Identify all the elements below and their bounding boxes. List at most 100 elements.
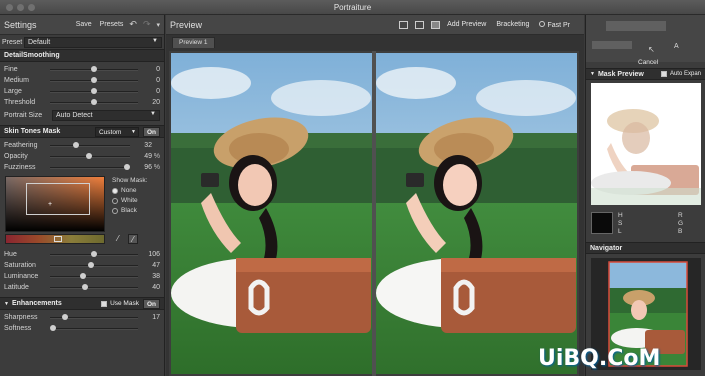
title-bar: Portraiture — [0, 0, 705, 15]
slider-knob[interactable] — [49, 324, 56, 331]
show-mask-none[interactable]: None — [112, 187, 147, 194]
save-button[interactable]: Save — [76, 21, 92, 28]
slider-row: Threshold 20 — [0, 97, 164, 108]
cancel-button[interactable]: Cancel — [638, 59, 658, 66]
detail-smoothing-header[interactable]: DetailSmoothing — [0, 49, 164, 62]
luminance-slider[interactable] — [50, 272, 138, 279]
sharpness-slider[interactable] — [50, 313, 138, 320]
hue-range-bar[interactable] — [5, 234, 105, 244]
hue-slider[interactable] — [50, 250, 138, 257]
large-slider[interactable] — [50, 87, 138, 94]
mask-preview-header[interactable]: ▼ Mask Preview Auto Expan — [586, 68, 705, 80]
radio-label: Black — [121, 207, 137, 214]
enhancements-toggle[interactable]: On — [142, 298, 160, 309]
mask-thumbnail — [591, 83, 701, 205]
slider-row: Softness — [0, 323, 164, 334]
right-panel: A ↖ Cancel ▼ Mask Preview Auto Expan H S — [585, 15, 705, 376]
hue-range-handle[interactable] — [54, 236, 62, 242]
slider-value: 49 — [144, 153, 152, 160]
skin-mask-toggle[interactable]: On — [142, 126, 160, 137]
redo-icon[interactable]: ↷ — [143, 19, 151, 30]
slider-knob[interactable] — [91, 76, 97, 83]
mask-preview-image — [591, 83, 701, 205]
show-mask-group: Show Mask: None White Black — [112, 177, 147, 214]
radio-icon[interactable] — [112, 187, 118, 194]
slider-knob[interactable] — [91, 65, 97, 72]
mask-mode-select[interactable]: Custom ▼ — [94, 126, 139, 137]
portrait-size-select[interactable]: Auto Detect ▼ — [52, 109, 160, 121]
show-mask-black[interactable]: Black — [112, 207, 147, 214]
side-by-side-view-icon[interactable] — [431, 20, 441, 29]
slider-knob[interactable] — [91, 87, 97, 94]
original-image[interactable] — [171, 53, 372, 374]
retouched-image[interactable] — [376, 53, 577, 374]
detail-smoothing-title: DetailSmoothing — [4, 52, 60, 59]
medium-slider[interactable] — [50, 76, 138, 83]
bracketing-button[interactable]: Bracketing — [496, 21, 529, 28]
fuzziness-slider[interactable] — [50, 163, 130, 170]
slider-row: Luminance 38 — [0, 271, 164, 282]
eyedropper-plus-icon[interactable]: ⁄ — [128, 234, 138, 244]
use-mask-checkbox[interactable]: Use Mask — [101, 300, 139, 307]
color-selection-box[interactable] — [26, 183, 90, 215]
softness-slider[interactable] — [49, 324, 138, 331]
add-preview-button[interactable]: Add Preview — [447, 21, 486, 28]
preset-label: Preset — [2, 38, 23, 46]
right-top-area: A ↖ Cancel — [586, 15, 705, 66]
slider-value: 96 — [144, 164, 152, 171]
saturation-slider[interactable] — [50, 261, 138, 268]
radio-icon[interactable] — [112, 207, 118, 214]
enhancements-header[interactable]: ▼ Enhancements Use Mask On — [0, 297, 164, 310]
navigator-title: Navigator — [590, 244, 623, 252]
show-mask-label: Show Mask: — [112, 177, 148, 184]
single-view-icon[interactable] — [399, 20, 409, 29]
fast-preview-label: Fast Pr — [547, 21, 570, 29]
slider-knob[interactable] — [91, 250, 97, 257]
slider-value: 0 — [156, 66, 160, 73]
fine-slider[interactable] — [50, 65, 138, 72]
preset-select[interactable]: Default ▼ — [24, 36, 162, 48]
slider-knob[interactable] — [86, 152, 93, 159]
rgb-label-r: R — [678, 212, 683, 219]
portrait-size-label: Portrait Size — [4, 111, 43, 119]
slider-knob[interactable] — [88, 261, 95, 268]
slider-label: Latitude — [4, 284, 29, 291]
checkbox-icon[interactable] — [101, 300, 108, 307]
chevron-down-icon: ▼ — [150, 110, 156, 117]
fast-preview-toggle[interactable]: Fast Pr — [539, 20, 570, 29]
feathering-slider[interactable] — [50, 141, 130, 148]
opacity-slider[interactable] — [50, 152, 130, 159]
latitude-slider[interactable] — [50, 283, 138, 290]
slider-knob[interactable] — [123, 163, 130, 170]
threshold-slider[interactable] — [50, 98, 138, 105]
slider-knob[interactable] — [91, 98, 97, 105]
enhancements-title: Enhancements — [11, 300, 62, 307]
auto-expand-checkbox[interactable]: Auto Expan — [660, 71, 701, 77]
slider-label: Feathering — [4, 142, 38, 149]
slider-label: Threshold — [4, 99, 36, 106]
reset-icon[interactable]: ▾ — [156, 21, 160, 29]
slider-knob[interactable] — [61, 313, 68, 320]
use-mask-label: Use Mask — [110, 300, 139, 307]
presets-button[interactable]: Presets — [100, 21, 124, 28]
slider-knob[interactable] — [82, 283, 89, 290]
slider-knob[interactable] — [80, 272, 87, 279]
radio-icon[interactable] — [112, 197, 118, 204]
preview-area: Preview Add Preview Bracketing Fast Pr P… — [166, 15, 584, 376]
collapse-arrow-icon: ▼ — [590, 71, 595, 77]
checkbox-icon[interactable] — [660, 71, 667, 77]
slider-knob[interactable] — [72, 141, 79, 148]
navigator-header[interactable]: Navigator — [586, 242, 705, 254]
color-field[interactable]: + — [5, 176, 105, 232]
slider-label: Softness — [4, 325, 32, 332]
show-mask-white[interactable]: White — [112, 197, 147, 204]
skin-tones-header[interactable]: Skin Tones Mask Custom ▼ On — [0, 125, 164, 138]
hsl-label-h: H — [618, 212, 623, 219]
split-horizontal-view-icon[interactable] — [415, 20, 425, 29]
slider-label: Opacity — [4, 153, 28, 160]
eyedropper-icon[interactable]: ⁄ — [113, 234, 123, 244]
settings-toolbar: Settings Save Presets ↶ ↷ ▾ — [0, 15, 164, 35]
undo-icon[interactable]: ↶ — [129, 19, 137, 30]
radio-icon[interactable] — [539, 20, 546, 27]
tab-preview-1[interactable]: Preview 1 — [172, 37, 215, 48]
